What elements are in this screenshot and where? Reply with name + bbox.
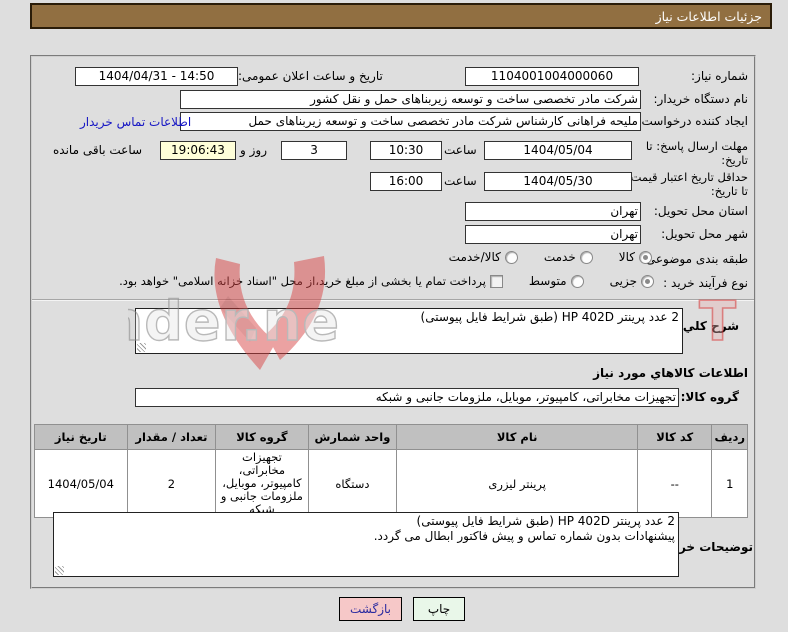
price-validity-time-field[interactable]: 16:00	[370, 172, 442, 191]
purchase-type-label: نوع فرآیند خرید :	[663, 276, 748, 290]
goods-section-title: اطلاعات کالاهاي مورد نیاز	[593, 366, 748, 380]
reply-deadline-hour-label: ساعت	[444, 143, 477, 157]
radio-medium-label: متوسط	[528, 274, 567, 288]
radio-minor-label: جزیی	[609, 274, 637, 288]
delivery-province-field[interactable]: تهران	[465, 202, 641, 221]
treasury-checkbox[interactable]	[489, 274, 503, 288]
subject-class-label: طبقه بندی موضوعی:	[641, 252, 748, 266]
section-divider	[32, 299, 754, 301]
buyer-notes-textarea[interactable]: 2 عدد پرینتر HP 402D (طبق شرایط فایل پیو…	[53, 512, 679, 577]
page-title: جزئیات اطلاعات نیاز	[655, 8, 762, 24]
purchase-type-options: جزیی متوسط پرداخت تمام یا بخشی از مبلغ خ…	[94, 274, 654, 288]
buyer-contact-link[interactable]: اطلاعات تماس خریدار	[80, 115, 191, 129]
col-need-date: تاریخ نیاز	[34, 424, 128, 450]
goods-group-field[interactable]: تجهیزات مخابراتی، کامپیوتر، موبایل، ملزو…	[135, 388, 679, 407]
cell-need-date: 1404/05/04	[34, 449, 128, 518]
price-validity-date-field[interactable]: 1404/05/30	[484, 172, 632, 191]
page-title-bar: جزئیات اطلاعات نیاز	[30, 3, 772, 29]
treasury-checkbox-label: پرداخت تمام یا بخشی از مبلغ خرید،از محل …	[119, 274, 486, 288]
resize-grip-icon[interactable]	[137, 343, 146, 352]
radio-service-label: خدمت	[543, 250, 576, 264]
need-description-textarea[interactable]: 2 عدد پرینتر HP 402D (طبق شرایط فایل پیو…	[135, 308, 683, 354]
reply-deadline-time-field[interactable]: 10:30	[370, 141, 442, 160]
radio-goods-service-label: کالا/خدمت	[448, 250, 501, 264]
request-creator-field[interactable]: ملیحه فراهانی کارشناس شرکت مادر تخصصی سا…	[180, 112, 641, 131]
col-group: گروه کالا	[215, 424, 309, 450]
days-remaining-field[interactable]: 3	[281, 141, 347, 160]
delivery-city-label: شهر محل تحویل:	[661, 227, 748, 241]
col-unit: واحد شمارش	[307, 424, 398, 450]
goods-table-header-row: ردیف کد کالا نام کالا واحد شمارش گروه کا…	[34, 424, 748, 450]
delivery-city-field[interactable]: تهران	[465, 225, 641, 244]
buyer-org-label: نام دستگاه خریدار:	[653, 92, 749, 106]
need-details-page: { "page": { "title": "جزئیات اطلاعات نیا…	[0, 0, 788, 632]
col-goods-code: کد کالا	[637, 424, 713, 450]
col-row-no: ردیف	[711, 424, 748, 450]
radio-service[interactable]	[579, 250, 593, 264]
radio-goods[interactable]	[639, 250, 652, 264]
radio-goods-label: کالا	[618, 250, 635, 264]
request-creator-label: ایجاد کننده درخواست:	[637, 114, 748, 128]
back-button[interactable]: بازگشت	[339, 597, 402, 621]
announce-datetime-field[interactable]: 1404/04/31 - 14:50	[75, 67, 238, 86]
price-validity-label: حداقل تاریخ اعتبار قیمت: تا تاریخ:	[626, 170, 748, 198]
goods-table: ردیف کد کالا نام کالا واحد شمارش گروه کا…	[34, 424, 748, 518]
col-quantity: تعداد / مقدار	[126, 424, 217, 450]
print-button[interactable]: چاپ	[413, 597, 465, 621]
cell-group: تجهیزات مخابراتی، کامپیوتر، موبایل، ملزو…	[215, 449, 309, 518]
cell-unit: دستگاه	[307, 449, 398, 518]
hours-remaining-label: ساعت باقی مانده	[53, 143, 143, 157]
delivery-province-label: استان محل تحویل:	[653, 204, 748, 218]
goods-group-label: گروه کالا:	[680, 390, 739, 404]
cell-row-no: 1	[711, 449, 748, 518]
radio-goods-service[interactable]	[504, 250, 518, 264]
col-goods-name: نام کالا	[396, 424, 639, 450]
cell-goods-name: پرینتر لیزری	[396, 449, 639, 518]
reply-deadline-date-field[interactable]: 1404/05/04	[484, 141, 632, 160]
countdown-timer-field: 19:06:43	[160, 141, 236, 160]
price-validity-hour-label: ساعت	[444, 174, 477, 188]
buyer-org-field[interactable]: شرکت مادر تخصصی ساخت و توسعه زیربناهای ح…	[180, 90, 641, 109]
need-number-field[interactable]: 1104001004000060	[465, 67, 639, 86]
resize-grip-icon[interactable]	[55, 566, 64, 575]
cell-goods-code: --	[637, 449, 713, 518]
radio-medium[interactable]	[570, 274, 584, 288]
subject-class-options: کالا خدمت کالا/خدمت	[360, 250, 652, 264]
cell-quantity: 2	[126, 449, 217, 518]
need-info-panel: شماره نیاز: 1104001004000060 تاریخ و ساع…	[30, 55, 756, 589]
goods-table-row: 1 -- پرینتر لیزری دستگاه تجهیزات مخابرات…	[34, 449, 748, 518]
radio-minor[interactable]	[641, 274, 654, 288]
need-number-label: شماره نیاز:	[691, 69, 748, 83]
days-label: روز و	[240, 143, 267, 157]
announce-datetime-label: تاریخ و ساعت اعلان عمومی:	[238, 69, 383, 83]
reply-deadline-label: مهلت ارسال پاسخ: تا تاریخ:	[645, 139, 748, 167]
